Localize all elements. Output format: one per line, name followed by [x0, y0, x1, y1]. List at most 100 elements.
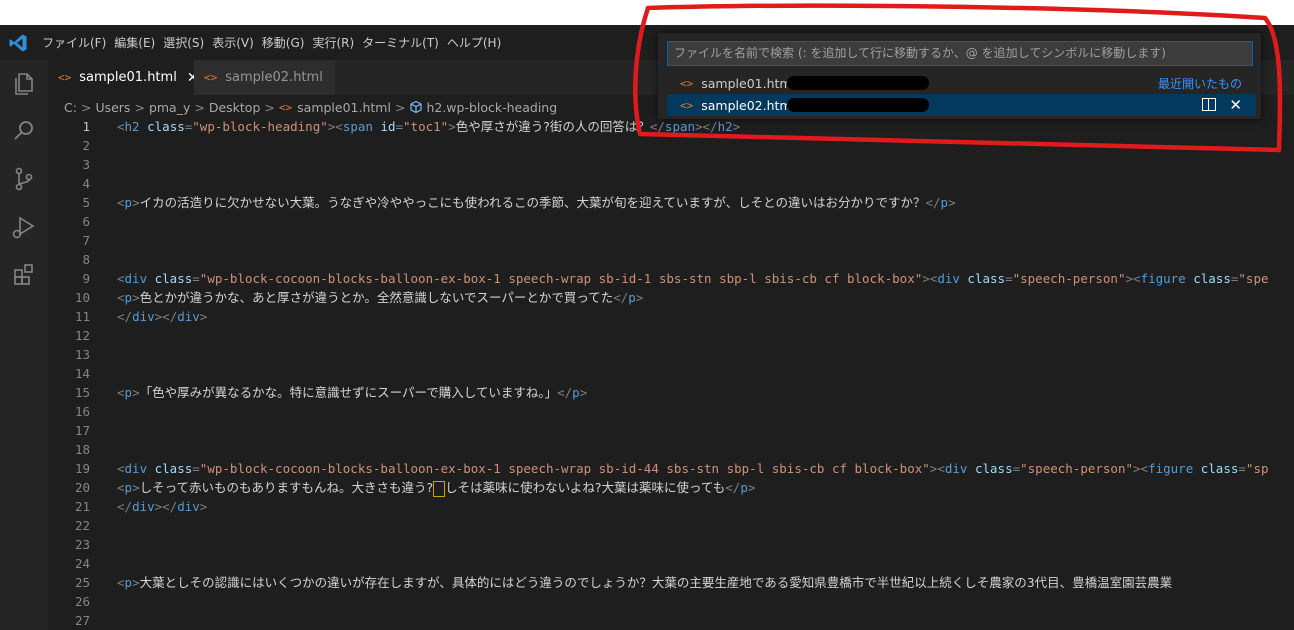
tab-sample02[interactable]: <> sample02.html [194, 60, 336, 95]
code-line[interactable]: 18 [48, 440, 1294, 459]
extensions-icon[interactable] [10, 261, 38, 289]
code-line[interactable]: 8 [48, 250, 1294, 269]
breadcrumb-file[interactable]: sample01.html [297, 100, 391, 115]
code-line[interactable]: 27 [48, 611, 1294, 630]
menu-item[interactable]: ヘルプ(H) [447, 34, 501, 51]
code-token: class [967, 461, 1013, 476]
menu-item[interactable]: ターミナル(T) [362, 34, 439, 51]
open-to-side-icon[interactable] [1202, 98, 1216, 111]
run-debug-icon[interactable] [10, 213, 38, 241]
code-token: "wp-block-heading" [192, 119, 328, 134]
menu-item[interactable]: ファイル(F) [42, 34, 106, 51]
code-token: < [1140, 461, 1149, 476]
line-number: 8 [82, 252, 90, 267]
line-number: 27 [74, 613, 90, 628]
menu-item[interactable]: 選択(S) [163, 34, 204, 51]
line-number: 11 [74, 309, 90, 324]
code-line[interactable]: 4 [48, 174, 1294, 193]
breadcrumb-separator: > [394, 99, 406, 115]
code-token: > [732, 119, 741, 134]
code-line[interactable]: 26 [48, 592, 1294, 611]
code-line[interactable]: 21 </div></div> [48, 497, 1294, 516]
code-token: p [940, 195, 949, 210]
code-token: = [192, 271, 200, 286]
code-token: p [124, 195, 133, 210]
code-line[interactable]: 7 [48, 231, 1294, 250]
quick-open-item-label: sample01.html [701, 75, 796, 91]
code-token: > [132, 195, 140, 210]
breadcrumb-drive[interactable]: C: [64, 100, 77, 115]
tab-sample01[interactable]: <> sample01.html ✕ [48, 60, 199, 95]
menu-item[interactable]: 移動(G) [262, 34, 305, 51]
code-line[interactable]: 19 <div class="wp-block-cocoon-blocks-bal… [48, 459, 1294, 478]
html-file-icon: <> [680, 76, 694, 90]
html-file-icon: <> [278, 100, 293, 114]
line-number: 9 [82, 271, 90, 286]
code-editor[interactable]: 1 <h2 class="wp-block-heading"><span id="… [48, 117, 1294, 630]
code-line[interactable]: 2 [48, 136, 1294, 155]
quick-open-item-label: sample02.html [701, 97, 796, 113]
code-token: div [132, 309, 155, 324]
code-line[interactable]: 17 [48, 421, 1294, 440]
code-line[interactable]: 20 <p>しそって赤いものもありますもんね。大きさも違う? しそは薬味に使わないよ… [48, 478, 1294, 497]
code-line[interactable]: 22 [48, 516, 1294, 535]
code-token: class [959, 271, 1006, 286]
code-token: div [177, 309, 200, 324]
code-line[interactable]: 23 [48, 535, 1294, 554]
breadcrumb-separator: > [134, 99, 145, 115]
tab-label: sample02.html [225, 70, 323, 85]
code-line[interactable]: 10 <p>色とかが違うかな、あと厚さが違うとか。全然意識しないでスーパーとかで買… [48, 288, 1294, 307]
menu-bar: ファイル(F) 編集(E) 選択(S) 表示(V) 移動(G) 実行(R) ターミナル(T)… [38, 25, 505, 60]
menu-item[interactable]: 編集(E) [114, 34, 155, 51]
quick-open-item-sample01[interactable]: <> sample01.html 最近開いたもの [667, 72, 1256, 94]
code-token: div [132, 499, 155, 514]
code-token: </ [117, 309, 133, 324]
code-line[interactable]: 12 [48, 326, 1294, 345]
code-token: class [147, 461, 193, 476]
code-line[interactable]: 24 [48, 554, 1294, 573]
quick-open-input[interactable]: ファイルを名前で検索 (: を追加して行に移動するか、@ を追加してシンボルに移… [667, 41, 1253, 66]
code-line[interactable]: 1 <h2 class="wp-block-heading"><span id="… [48, 117, 1294, 136]
line-number: 18 [74, 442, 90, 457]
close-icon[interactable]: ✕ [1229, 96, 1242, 114]
breadcrumb-desktop[interactable]: Desktop [209, 100, 261, 115]
breadcrumb-symbol[interactable]: h2.wp-block-heading [426, 100, 557, 115]
code-text: <div class="wp-block-cocoon-blocks-ballo… [117, 459, 1269, 478]
code-text: <p>イカの活造りに欠かせない大葉。うなぎや冷ややっこにも使われるこの季節、大葉… [117, 193, 956, 212]
code-token: "sp [1245, 461, 1269, 476]
code-token: < [937, 461, 945, 476]
code-line[interactable]: 11 </div></div> [48, 307, 1294, 326]
code-token: = [1238, 461, 1246, 476]
code-line[interactable]: 14 [48, 364, 1294, 383]
menu-item[interactable]: 表示(V) [212, 34, 254, 51]
code-text: </div></div> [117, 307, 207, 326]
breadcrumb-user[interactable]: pma_y [149, 100, 190, 115]
code-token: > [132, 575, 140, 590]
breadcrumb-users[interactable]: Users [95, 100, 130, 115]
code-line[interactable]: 9 <div class="wp-block-cocoon-blocks-ball… [48, 269, 1294, 288]
source-control-icon[interactable] [10, 165, 38, 193]
code-token: p [124, 290, 133, 305]
code-line[interactable]: 15 <p>「色や厚みが異なるかな。特に意識せずにスーパーで購入していますね。」<… [48, 383, 1294, 402]
code-token: p [740, 480, 748, 495]
code-line[interactable]: 25 <p>大葉としその認識にはいくつかの違いが存在しますが、具体的にはどう違うの… [48, 573, 1294, 592]
search-icon[interactable] [10, 117, 38, 145]
code-line[interactable]: 5 <p>イカの活造りに欠かせない大葉。うなぎや冷ややっこにも使われるこの季節、大… [48, 193, 1294, 212]
code-token: < [117, 195, 125, 210]
line-number: 14 [74, 366, 90, 381]
code-token: > [199, 309, 208, 324]
code-line[interactable]: 6 [48, 212, 1294, 231]
code-token: class [1193, 461, 1239, 476]
quick-open-item-sample02[interactable]: <> sample02.html ✕ [667, 94, 1256, 116]
code-token: = [395, 119, 404, 134]
code-token: < [117, 290, 125, 305]
menu-item[interactable]: 実行(R) [312, 34, 354, 51]
explorer-icon[interactable] [10, 70, 38, 98]
code-token: </ [613, 290, 629, 305]
code-line[interactable]: 13 [48, 345, 1294, 364]
code-line[interactable]: 16 [48, 402, 1294, 421]
code-text: <p>大葉としその認識にはいくつかの違いが存在しますが、具体的にはどう違うのでし… [117, 573, 1172, 592]
code-token: イカの活造りに欠かせない大葉。うなぎや冷ややっこにも使われるこの季節、大葉が旬を… [139, 195, 926, 210]
code-token: > [132, 290, 140, 305]
code-line[interactable]: 3 [48, 155, 1294, 174]
